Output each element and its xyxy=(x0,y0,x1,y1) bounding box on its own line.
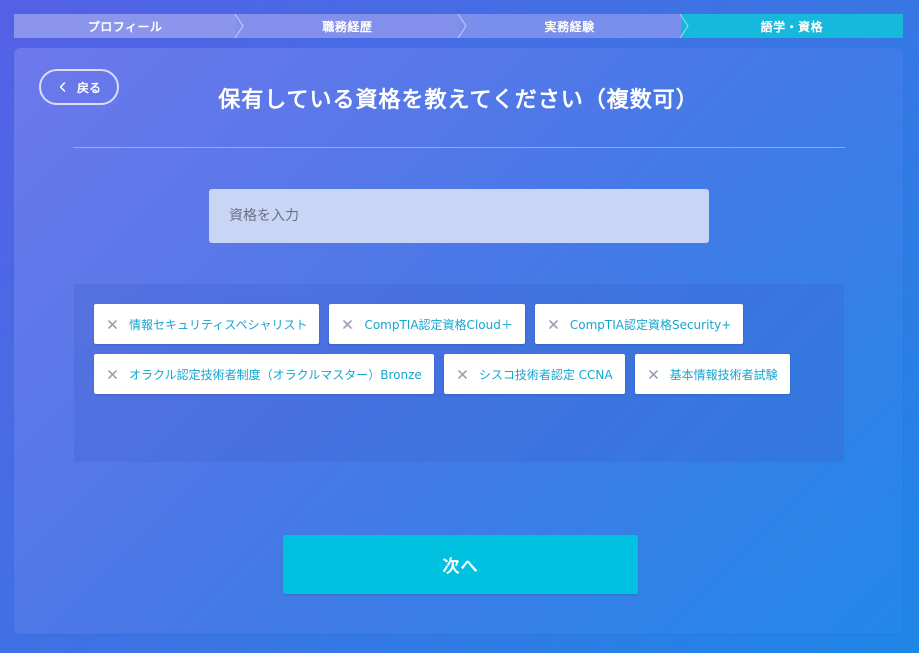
step-separator-icon xyxy=(234,14,244,38)
step-experience: 実務経験 xyxy=(458,14,689,38)
tag-label: CompTIA認定資格Cloud＋ xyxy=(364,317,513,332)
close-icon[interactable] xyxy=(458,369,467,379)
tag-item: 情報セキュリティスペシャリスト xyxy=(94,304,320,344)
close-icon[interactable] xyxy=(549,319,558,329)
step-separator-icon xyxy=(457,14,467,38)
tag-label: シスコ技術者認定 CCNA xyxy=(478,367,613,382)
close-icon[interactable] xyxy=(108,319,117,329)
form-card: 戻る 保有している資格を教えてください（複数可） 情報セキュリティスペシャリスト… xyxy=(14,48,903,634)
search-wrap xyxy=(209,189,709,243)
step-language-certification: 語学・資格 xyxy=(680,14,903,38)
step-label: 語学・資格 xyxy=(760,19,824,34)
tag-item: CompTIA認定資格Security+ xyxy=(534,304,744,344)
close-icon[interactable] xyxy=(343,319,353,329)
tag-label: 情報セキュリティスペシャリスト xyxy=(129,317,308,332)
step-label: 職務経歴 xyxy=(322,19,373,34)
step-profile: プロフィール xyxy=(14,14,244,38)
selected-tags-panel: 情報セキュリティスペシャリスト CompTIA認定資格Cloud＋ CompTI… xyxy=(74,284,844,462)
step-label: プロフィール xyxy=(87,19,163,34)
tag-label: 基本情報技術者試験 xyxy=(669,367,778,382)
tag-item: 基本情報技術者試験 xyxy=(634,354,790,394)
close-icon[interactable] xyxy=(648,369,658,379)
close-icon[interactable] xyxy=(108,369,117,379)
tag-label: オラクル認定技術者制度（オラクルマスター）Bronze xyxy=(129,367,422,382)
next-button[interactable]: 次へ xyxy=(283,535,638,594)
divider xyxy=(73,147,845,148)
progress-stepper: プロフィール 職務経歴 実務経験 語学・資格 xyxy=(14,14,903,38)
step-separator-icon xyxy=(679,14,689,38)
tag-item: オラクル認定技術者制度（オラクルマスター）Bronze xyxy=(94,354,434,394)
step-label: 実務経験 xyxy=(544,19,595,34)
step-work-history: 職務経歴 xyxy=(236,14,467,38)
tag-list: 情報セキュリティスペシャリスト CompTIA認定資格Cloud＋ CompTI… xyxy=(94,304,824,394)
tag-item: CompTIA認定資格Cloud＋ xyxy=(329,304,525,344)
tag-item: シスコ技術者認定 CCNA xyxy=(443,354,625,394)
tag-label: CompTIA認定資格Security+ xyxy=(569,317,732,332)
certification-search-input[interactable] xyxy=(209,189,709,243)
page-title: 保有している資格を教えてください（複数可） xyxy=(218,88,699,113)
